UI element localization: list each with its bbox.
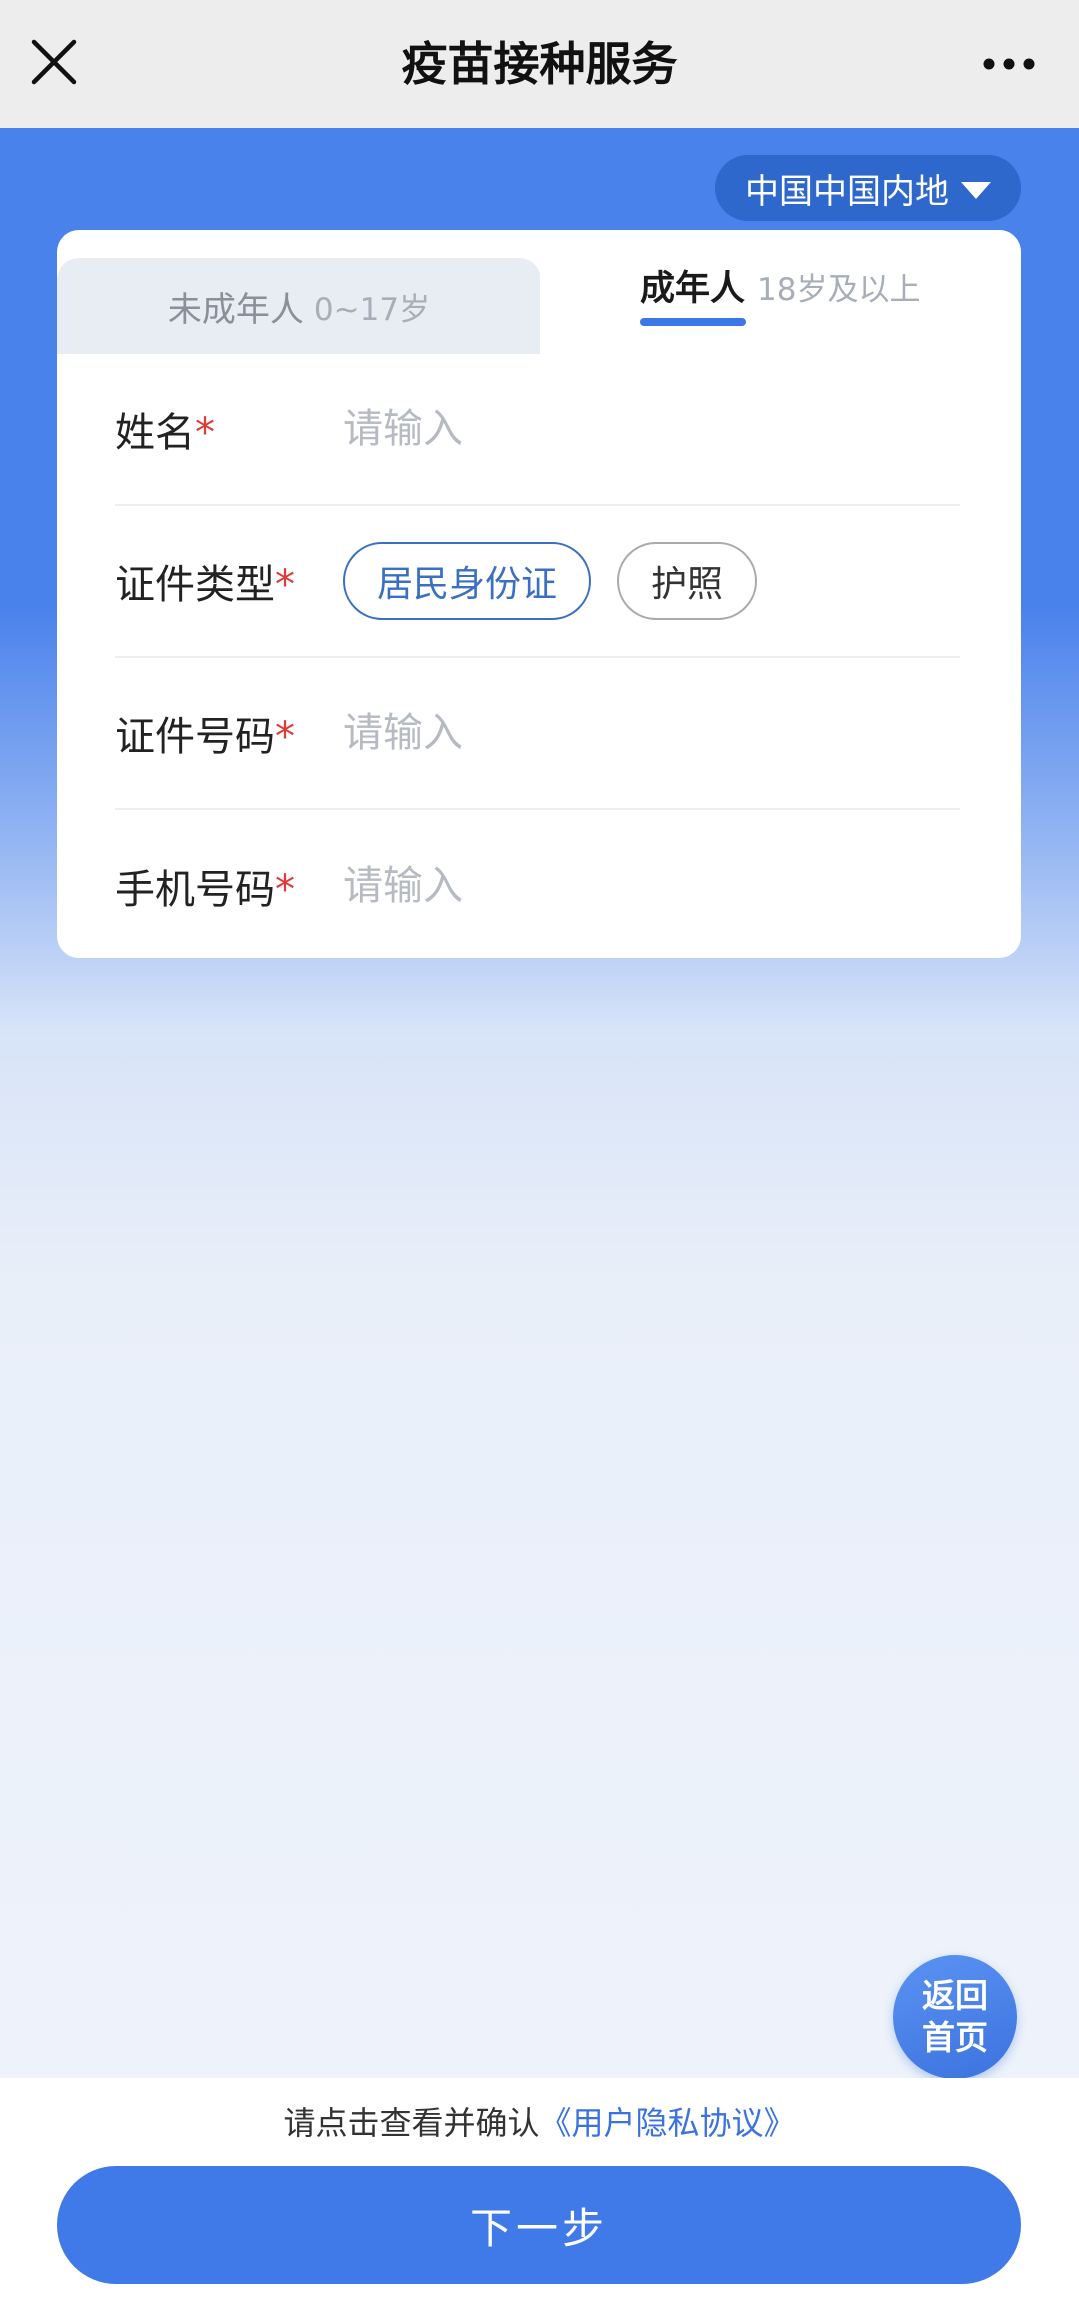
required-mark: * [195,410,215,456]
phone-label: 手机号码 [115,867,275,913]
id-type-option-id-card[interactable]: 居民身份证 [343,542,591,620]
home-button[interactable]: 返回 首页 [893,1955,1017,2079]
id-type-label: 证件类型 [115,562,275,608]
tab-adult-label: 成年人 [640,269,746,309]
agreement-prefix: 请点击查看并确认 [283,2104,540,2142]
caret-down-icon [961,181,991,199]
title-bar: 疫苗接种服务 [0,0,1079,128]
privacy-agreement-link[interactable]: 《用户隐私协议》 [540,2104,796,2142]
id-number-label-wrap: 证件号码* [115,704,343,762]
phone-input[interactable] [343,863,903,909]
required-mark: * [275,562,295,608]
tab-minor-age: 0~17岁 [313,291,431,328]
home-button-line2: 首页 [922,2018,988,2057]
name-label-wrap: 姓名* [115,400,343,458]
id-number-input[interactable] [343,710,903,756]
tab-minor-label: 未成年人 [167,289,304,330]
tab-adult-age: 18岁及以上 [757,272,921,308]
id-number-label: 证件号码 [115,714,275,760]
required-mark: * [275,867,295,913]
phone-label-wrap: 手机号码* [115,857,343,915]
active-tab-indicator [640,318,746,326]
region-selector[interactable]: 中国中国内地 [715,155,1021,221]
phone-row: 手机号码* [115,810,960,962]
tab-adult[interactable]: 成年人 18岁及以上 [540,230,1021,354]
name-label: 姓名 [115,410,195,456]
agreement-text: 请点击查看并确认《用户隐私协议》 [0,2098,1079,2144]
id-number-row: 证件号码* [115,658,960,810]
region-label: 中国中国内地 [745,171,949,212]
required-mark: * [275,714,295,760]
bottom-bar: 请点击查看并确认《用户隐私协议》 下一步 [0,2078,1079,2312]
tab-minor[interactable]: 未成年人 0~17岁 [57,258,541,354]
more-icon[interactable] [979,44,1039,84]
page-title: 疫苗接种服务 [401,37,678,91]
id-type-label-wrap: 证件类型* [115,552,343,610]
home-button-line1: 返回 [922,1976,988,2015]
name-row: 姓名* [115,354,960,506]
name-input[interactable] [343,406,903,452]
id-type-row: 证件类型* 居民身份证 护照 [115,506,960,658]
id-type-option-passport[interactable]: 护照 [617,542,757,620]
next-button[interactable]: 下一步 [57,2166,1021,2284]
